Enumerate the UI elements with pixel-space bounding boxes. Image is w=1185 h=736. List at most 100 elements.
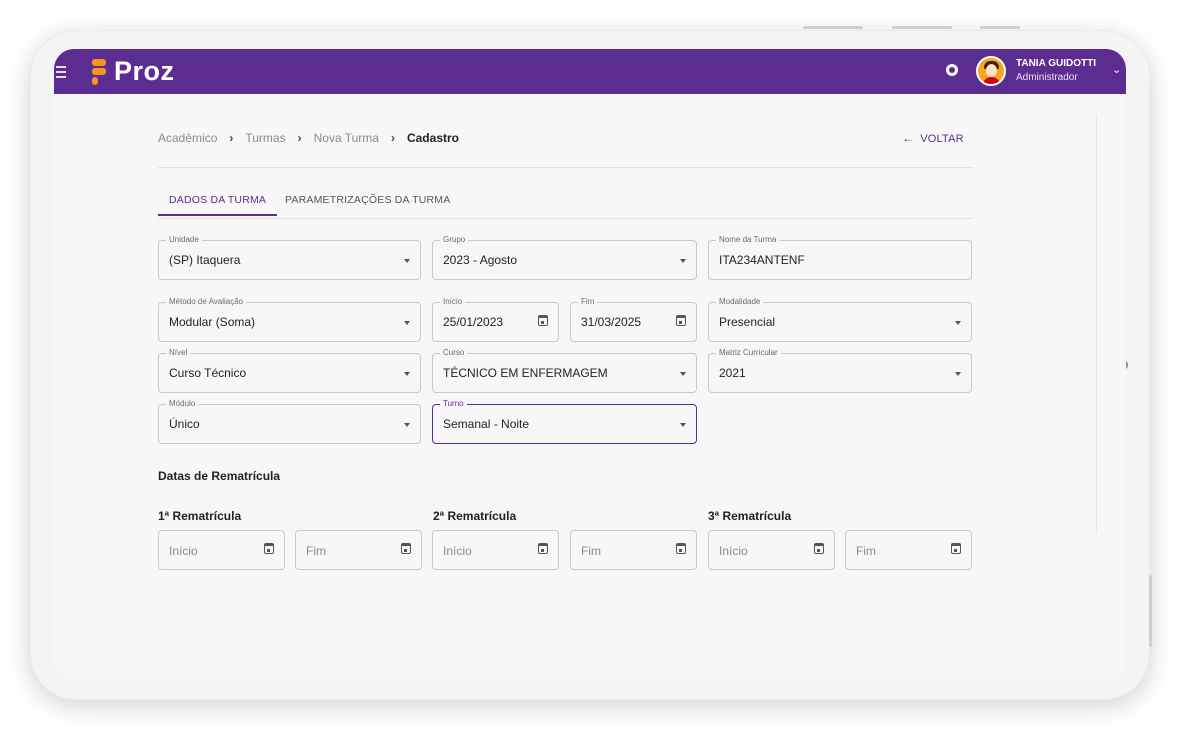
calendar-icon[interactable]	[676, 315, 686, 326]
matriz-curricular-select[interactable]: Matriz Curricular 2021	[708, 348, 972, 393]
rematricula-2-fim-field[interactable]: Fim	[570, 530, 697, 570]
rematricula-3-inicio-field[interactable]: Início	[708, 530, 835, 570]
placeholder: Fim	[581, 544, 601, 558]
chevron-down-icon[interactable]: ⌄	[1112, 63, 1121, 76]
breadcrumb-cadastro: Cadastro	[406, 131, 459, 145]
modulo-value: Único	[169, 417, 200, 431]
nivel-label: Nível	[166, 348, 191, 358]
modalidade-value: Presencial	[719, 315, 776, 329]
device-side-button	[1149, 575, 1152, 647]
fim-value: 31/03/2025	[581, 315, 642, 329]
user-role: Administrador	[1016, 72, 1078, 83]
back-button[interactable]: ← VOLTAR	[902, 131, 964, 145]
breadcrumb: Acadêmico › Turmas › Nova Turma › Cadast…	[158, 131, 459, 145]
dropdown-arrow-icon	[404, 423, 410, 427]
nome-turma-value: ITA234ANTENF	[719, 253, 805, 267]
divider	[158, 167, 973, 168]
grupo-label: Grupo	[440, 235, 469, 245]
arrow-left-icon: ←	[902, 131, 915, 145]
placeholder: Fim	[306, 544, 326, 558]
metodo-label: Método de Avaliação	[166, 297, 247, 307]
calendar-icon[interactable]	[538, 543, 548, 554]
dropdown-arrow-icon	[404, 321, 410, 325]
calendar-icon[interactable]	[401, 543, 411, 554]
unidade-label: Unidade	[166, 235, 202, 245]
fim-date-field[interactable]: Fim 31/03/2025	[570, 297, 697, 342]
inicio-label: Início	[440, 297, 466, 307]
calendar-icon[interactable]	[676, 543, 686, 554]
calendar-icon[interactable]	[538, 315, 548, 326]
back-label: VOLTAR	[920, 133, 964, 145]
fim-label: Fim	[578, 297, 598, 307]
calendar-icon[interactable]	[264, 543, 274, 554]
nivel-select[interactable]: Nível Curso Técnico	[158, 348, 421, 393]
rematricula-3-fim-field[interactable]: Fim	[845, 530, 972, 570]
status-bar-line	[892, 26, 952, 29]
modalidade-label: Modalidade	[716, 297, 764, 307]
inicio-date-field[interactable]: Início 25/01/2023	[432, 297, 559, 342]
rematricula-2-title: 2ª Rematrícula	[433, 509, 517, 523]
brand-name: Proz	[114, 56, 175, 86]
placeholder: Início	[719, 544, 748, 558]
modulo-select[interactable]: Módulo Único	[158, 399, 421, 444]
tab-bar: DADOS DA TURMA PARAMETRIZAÇÕES DA TURMA	[158, 194, 973, 219]
dropdown-arrow-icon	[404, 372, 410, 376]
metodo-value: Modular (Soma)	[169, 315, 256, 329]
tab-parametrizacoes[interactable]: PARAMETRIZAÇÕES DA TURMA	[274, 194, 461, 214]
inicio-value: 25/01/2023	[443, 315, 504, 329]
brand-logo[interactable]: Proz	[92, 56, 175, 87]
nome-turma-label: Nome da Turma	[716, 235, 780, 245]
rematricula-3-title: 3ª Rematrícula	[708, 509, 792, 523]
rematricula-2-inicio-field[interactable]: Início	[432, 530, 559, 570]
hamburger-icon[interactable]	[56, 66, 66, 81]
metodo-avaliacao-select[interactable]: Método de Avaliação Modular (Soma)	[158, 297, 421, 342]
main-content: Acadêmico › Turmas › Nova Turma › Cadast…	[54, 94, 1126, 681]
turno-select[interactable]: Turno Semanal - Noite	[432, 399, 697, 444]
dropdown-arrow-icon	[680, 372, 686, 376]
dropdown-arrow-icon	[955, 372, 961, 376]
tab-dados-da-turma[interactable]: DADOS DA TURMA	[158, 194, 278, 216]
breadcrumb-academico[interactable]: Acadêmico	[158, 131, 217, 145]
curso-select[interactable]: Curso TÉCNICO EM ENFERMAGEM	[432, 348, 697, 393]
proz-logo-icon	[92, 58, 106, 85]
unidade-value: (SP) Itaquera	[169, 253, 241, 267]
placeholder: Início	[443, 544, 472, 558]
status-bar-line	[980, 26, 1020, 29]
rematricula-1-title: 1ª Rematrícula	[158, 509, 242, 523]
matriz-value: 2021	[719, 366, 746, 380]
calendar-icon[interactable]	[951, 543, 961, 554]
rematricula-title: Datas de Rematrícula	[158, 469, 281, 483]
turno-label: Turno	[440, 399, 467, 409]
dropdown-arrow-icon	[404, 259, 410, 263]
breadcrumb-turmas[interactable]: Turmas	[245, 131, 285, 145]
rematricula-1-inicio-field[interactable]: Início	[158, 530, 285, 570]
matriz-label: Matriz Curricular	[716, 348, 781, 358]
dropdown-arrow-icon	[955, 321, 961, 325]
chevron-right-icon: ›	[229, 131, 234, 145]
top-bar: Proz TANIA GUIDOTTI Administrador ⌄	[54, 49, 1126, 94]
calendar-icon[interactable]	[814, 543, 824, 554]
user-name[interactable]: TANIA GUIDOTTI	[1016, 58, 1096, 69]
modulo-label: Módulo	[166, 399, 199, 409]
dropdown-arrow-icon	[680, 423, 686, 427]
app-screen: Proz TANIA GUIDOTTI Administrador ⌄ Acad…	[54, 49, 1126, 681]
status-bar-line	[803, 26, 863, 29]
nivel-value: Curso Técnico	[169, 366, 247, 380]
unidade-select[interactable]: Unidade (SP) Itaquera	[158, 235, 421, 280]
modalidade-select[interactable]: Modalidade Presencial	[708, 297, 972, 342]
panel-edge	[1096, 114, 1097, 534]
grupo-select[interactable]: Grupo 2023 - Agosto	[432, 235, 697, 280]
placeholder: Fim	[856, 544, 876, 558]
turno-value: Semanal - Noite	[443, 417, 530, 431]
chevron-right-icon: ›	[390, 131, 395, 145]
avatar[interactable]	[976, 56, 1006, 86]
chevron-right-icon: ›	[297, 131, 302, 145]
breadcrumb-nova-turma[interactable]: Nova Turma	[314, 131, 379, 145]
rematricula-1-fim-field[interactable]: Fim	[295, 530, 422, 570]
nome-turma-field[interactable]: Nome da Turma ITA234ANTENF	[708, 235, 972, 280]
curso-label: Curso	[440, 348, 468, 358]
curso-value: TÉCNICO EM ENFERMAGEM	[443, 366, 608, 380]
dropdown-arrow-icon	[680, 259, 686, 263]
grupo-value: 2023 - Agosto	[443, 253, 518, 267]
notification-icon[interactable]	[946, 64, 958, 76]
